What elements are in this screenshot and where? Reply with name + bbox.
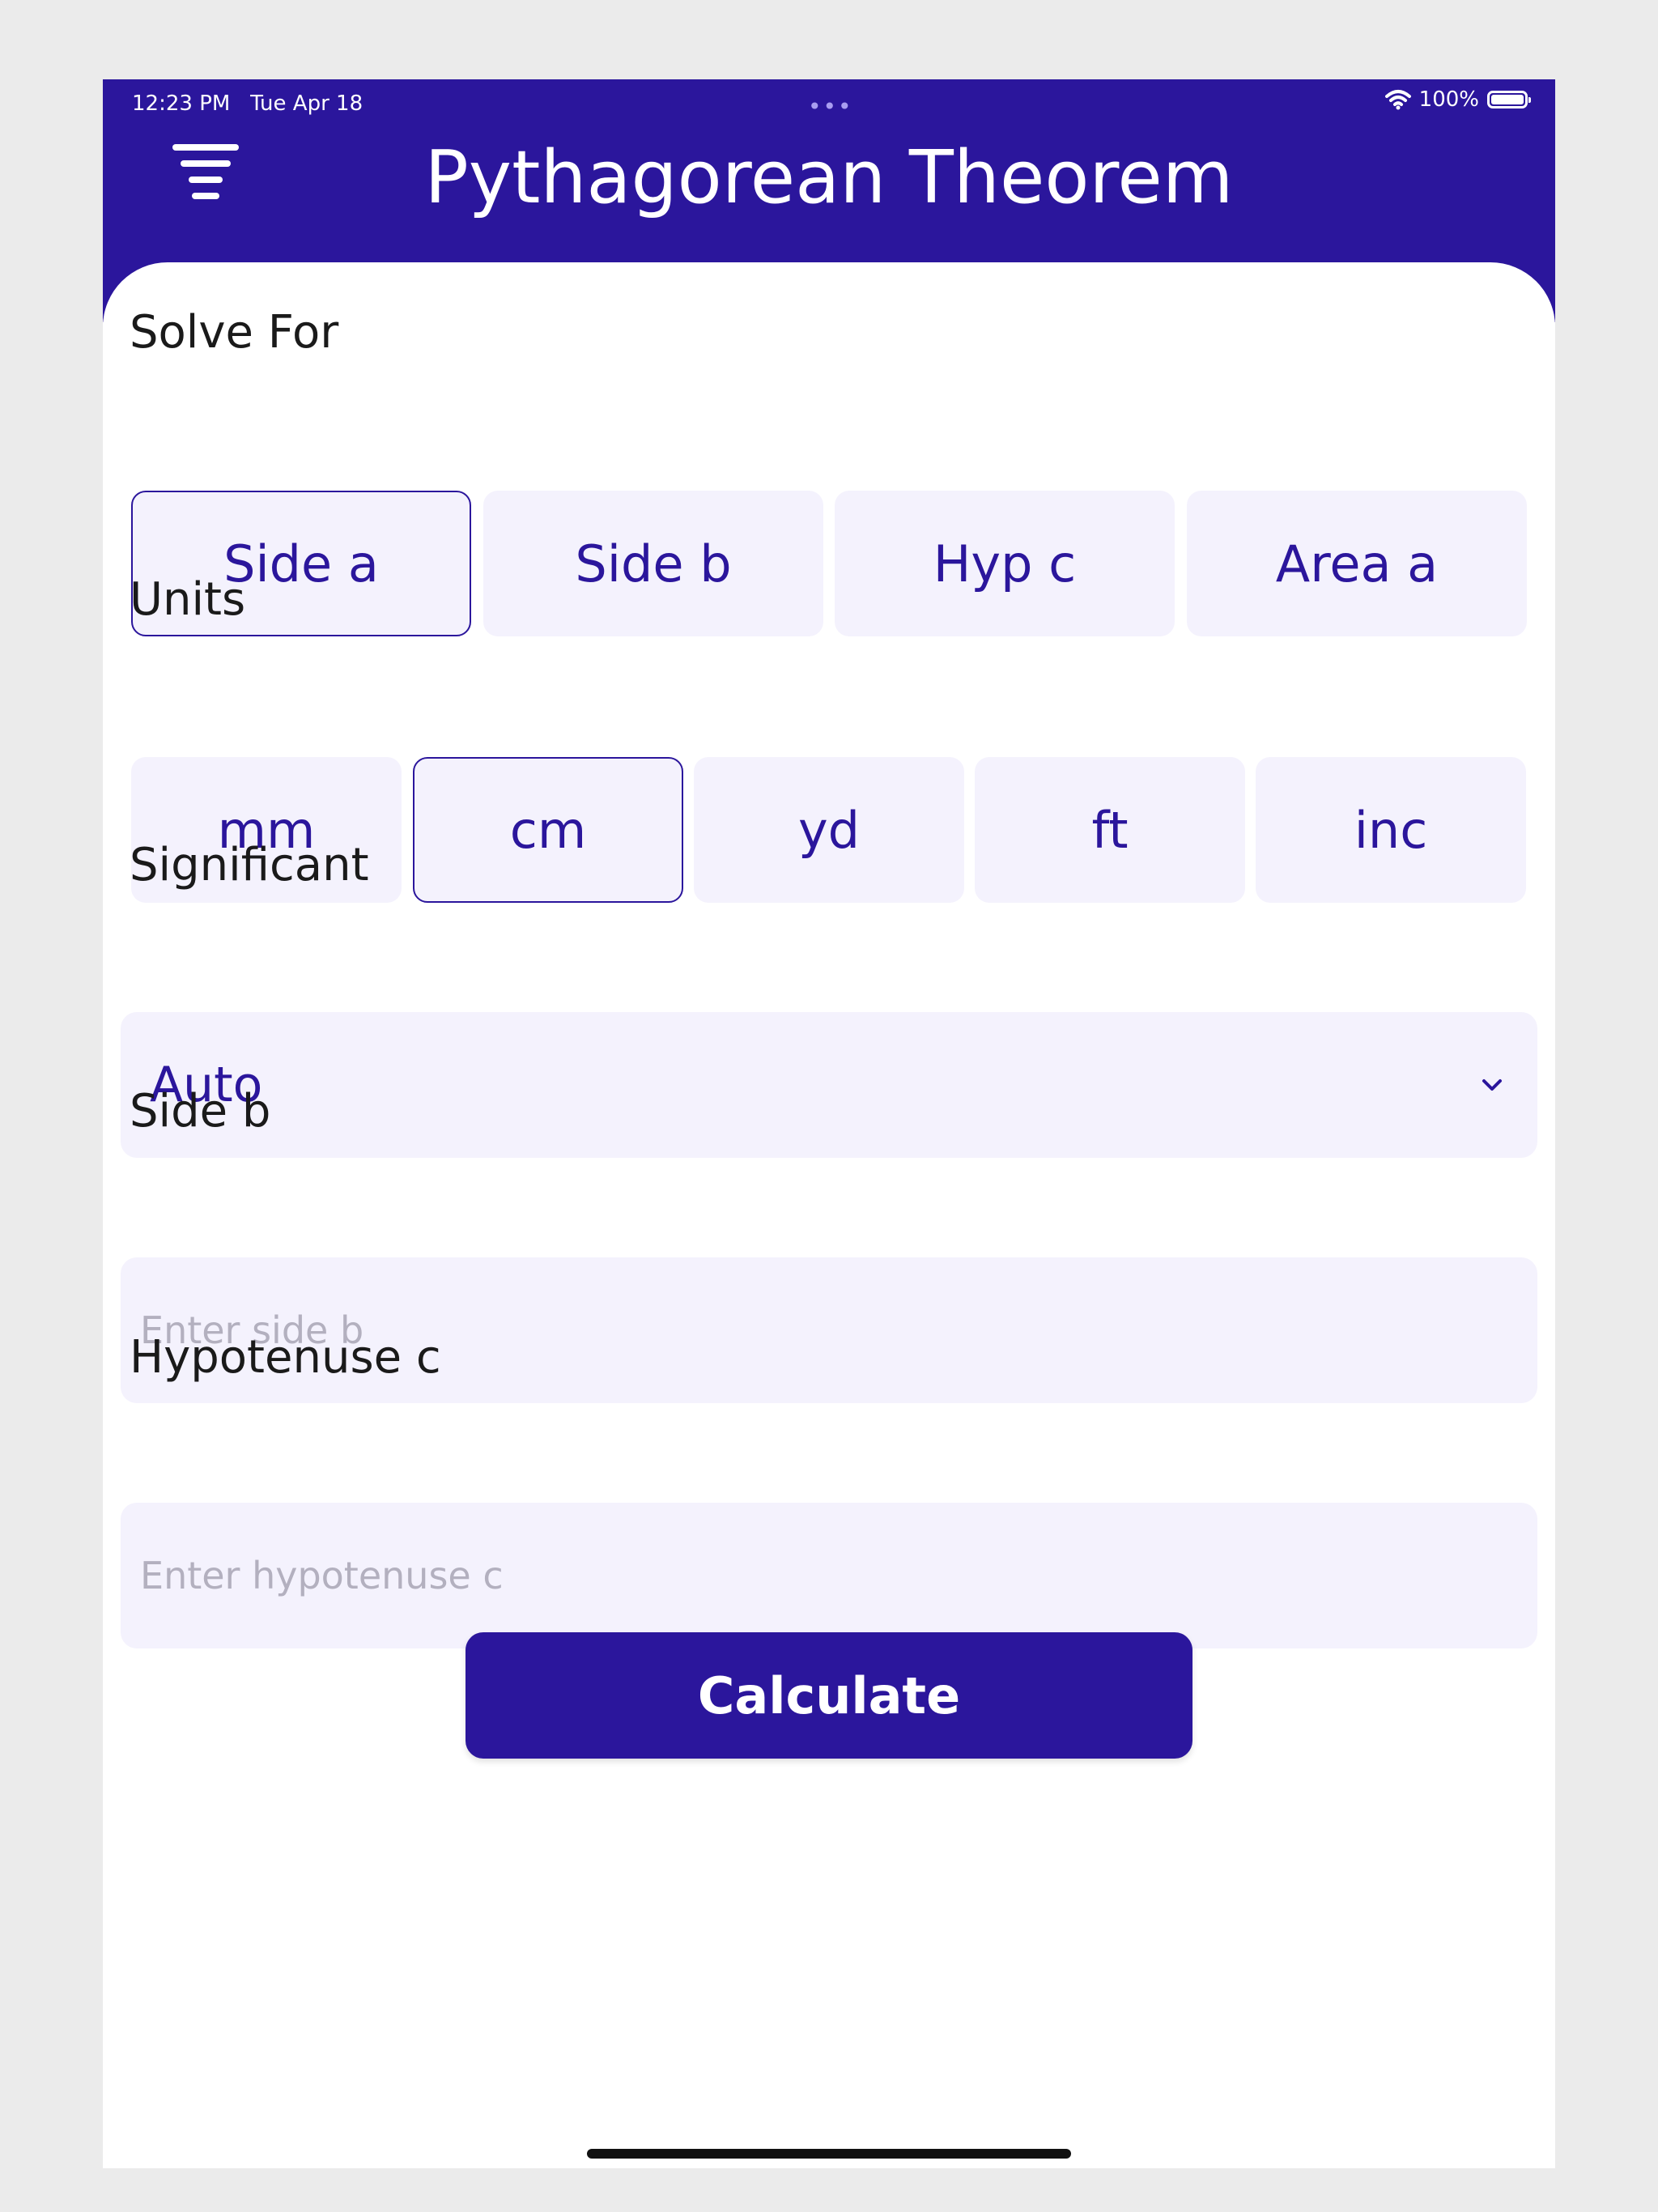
battery-icon <box>1487 91 1531 108</box>
side-b-label: Side b <box>130 1085 271 1138</box>
significant-label: Significant <box>130 839 369 891</box>
unit-inc-button[interactable]: inc <box>1256 757 1526 903</box>
calculate-button[interactable]: Calculate <box>466 1632 1192 1759</box>
status-time: 12:23 PM Tue Apr 18 <box>132 89 363 118</box>
page-title: Pythagorean Theorem <box>424 135 1234 220</box>
units-label: Units <box>130 573 246 626</box>
solve-for-area-a-button[interactable]: Area a <box>1187 491 1527 636</box>
hypotenuse-c-input[interactable] <box>121 1503 1537 1648</box>
app-window: 12:23 PM Tue Apr 18 ••• 100% Pythagorean… <box>103 79 1555 2168</box>
status-indicators: 100% <box>1384 87 1531 112</box>
main-content: Solve For Side a Side b Hyp c Area a Uni… <box>103 262 1555 2168</box>
hypotenuse-c-field <box>121 1503 1537 1648</box>
unit-yd-button[interactable]: yd <box>694 757 964 903</box>
unit-ft-button[interactable]: ft <box>975 757 1245 903</box>
solve-for-hyp-c-button[interactable]: Hyp c <box>835 491 1175 636</box>
chevron-down-icon <box>1476 1069 1508 1101</box>
wifi-icon <box>1384 90 1411 110</box>
home-indicator[interactable] <box>587 2149 1071 2159</box>
significant-select[interactable]: Auto <box>121 1012 1537 1158</box>
status-time-text: 12:23 PM <box>132 91 231 116</box>
solve-for-side-b-button[interactable]: Side b <box>483 491 823 636</box>
solve-for-label: Solve For <box>130 306 339 359</box>
hypotenuse-c-label: Hypotenuse c <box>130 1331 441 1384</box>
unit-cm-button[interactable]: cm <box>413 757 683 903</box>
multitasking-dots-icon[interactable]: ••• <box>808 96 853 118</box>
battery-percent: 100% <box>1418 87 1479 112</box>
status-date-text: Tue Apr 18 <box>250 91 363 116</box>
significant-select-value: Auto <box>150 1057 263 1113</box>
